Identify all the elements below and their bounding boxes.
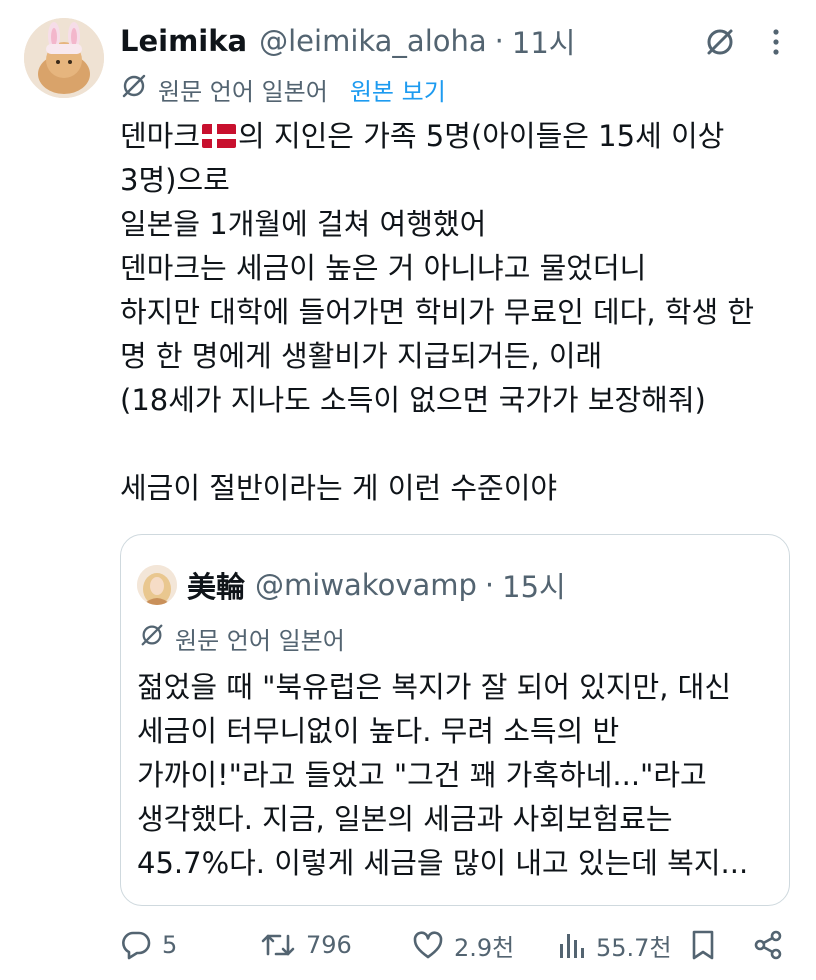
quoted-separator: · [484, 568, 495, 602]
quoted-author-name: 美輪 [187, 570, 246, 604]
retweet-button[interactable]: 796 [260, 930, 352, 960]
quoted-line: 생각했다. 지금, 일본의 세금과 사회보험료는 [137, 802, 673, 836]
translated-from-label: 원문 언어 일본어 [158, 77, 328, 106]
author-name[interactable]: Leimika [120, 24, 247, 58]
share-button[interactable] [752, 929, 784, 961]
tweet-line: 일본을 1개월에 걸쳐 여행했어 [120, 207, 487, 241]
quoted-line: 젊었을 때 "북유럽은 복지가 잘 되어 있지만, 대신 [137, 670, 732, 704]
tweet-line: 3명)으로 [120, 163, 230, 197]
quoted-header: 美輪 @miwakovamp · 15시 [187, 563, 566, 607]
tweet-line: (18세가 지나도 소득이 없으면 국가가 보장해줘) [120, 383, 706, 417]
tweet-time[interactable]: 11시 [512, 20, 576, 62]
quoted-text: 젊었을 때 "북유럽은 복지가 잘 되어 있지만, 대신 세금이 터무니없이 높… [137, 665, 777, 885]
reply-icon [120, 930, 152, 960]
translate-icon [120, 72, 148, 106]
tweet-header: Leimika @leimika_aloha · 11시 [120, 20, 706, 62]
quoted-author-handle: @miwakovamp [255, 568, 477, 602]
translate-icon [139, 622, 165, 654]
bookmark-button[interactable] [690, 929, 716, 961]
translation-notice: 원문 언어 일본어 원본 보기 [120, 70, 446, 108]
tweet-line: 덴마크는 세금이 높은 거 아니냐고 물었더니 [120, 251, 647, 285]
views-button[interactable]: 55.7천 [558, 928, 672, 963]
grok-icon[interactable] [700, 22, 740, 62]
show-original-link[interactable]: 원본 보기 [350, 72, 446, 107]
tweet-line: 명 한 명에게 생활비가 지급되거든, 이래 [120, 339, 603, 373]
quoted-line: 45.7%다. 이렇게 세금을 많이 내고 있는데 복지... [137, 846, 749, 880]
tweet-line: 하지만 대학에 들어가면 학비가 무료인 데다, 학생 한 [120, 295, 755, 329]
action-bar: 5 796 2.9천 55.7천 [120, 920, 792, 970]
heart-icon [412, 930, 444, 960]
quoted-line: 세금이 터무니없이 높다. 무려 소득의 반 [137, 714, 620, 748]
avatar[interactable] [24, 18, 104, 98]
woman-avatar-image [137, 565, 177, 605]
quoted-tweet[interactable]: 美輪 @miwakovamp · 15시 원문 언어 일본어 젊었을 때 "북유… [120, 534, 790, 906]
like-count: 2.9천 [454, 933, 515, 962]
quoted-translation-notice: 원문 언어 일본어 [139, 619, 345, 657]
tweet-line: 덴마크 의 지인은 가족 5명(아이들은 15세 이상 [120, 119, 725, 153]
retweet-count: 796 [306, 931, 352, 959]
more-options-icon[interactable] [756, 22, 796, 62]
like-button[interactable]: 2.9천 [412, 928, 514, 963]
quoted-translated-from-label: 원문 언어 일본어 [175, 626, 345, 655]
tweet-text: 덴마크 의 지인은 가족 5명(아이들은 15세 이상 3명)으로 일본을 1개월… [120, 114, 800, 510]
reply-button[interactable]: 5 [120, 930, 177, 960]
analytics-icon [558, 930, 586, 960]
bookmark-icon [690, 929, 716, 961]
share-icon [752, 929, 784, 961]
header-separator: · [494, 24, 504, 58]
author-handle[interactable]: @leimika_aloha [259, 24, 487, 58]
quoted-time: 15시 [502, 570, 566, 604]
tweet-line [120, 422, 800, 466]
retweet-icon [260, 930, 296, 960]
denmark-flag-icon [202, 124, 237, 148]
cat-avatar-image [24, 18, 104, 98]
reply-count: 5 [162, 931, 178, 959]
quoted-line: 가까이!"라고 들었고 "그건 꽤 가혹하네..."라고 [137, 758, 707, 792]
view-count: 55.7천 [596, 933, 672, 962]
tweet-line: 세금이 절반이라는 게 이런 수준이야 [120, 471, 558, 505]
quoted-avatar[interactable] [137, 565, 177, 605]
